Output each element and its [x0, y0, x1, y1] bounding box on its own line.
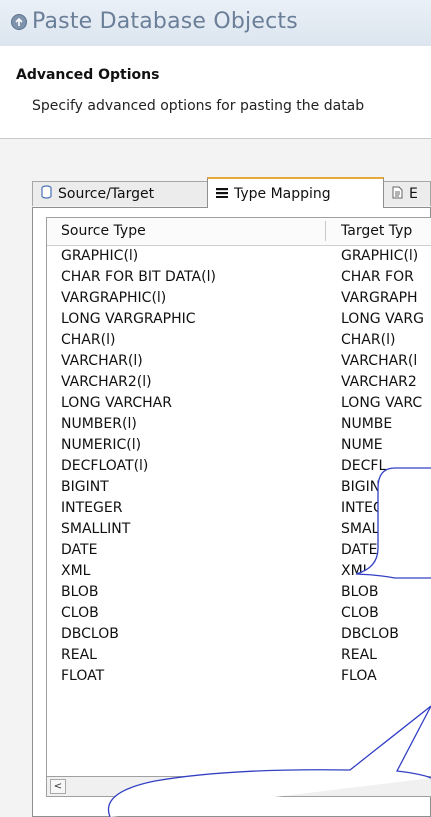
column-header-target-type[interactable]: Target Typ	[341, 223, 412, 239]
source-type-cell: BLOB	[61, 584, 99, 600]
tab-source-target[interactable]: Source/Target	[32, 181, 208, 206]
source-type-cell: NUMERIC(l)	[61, 437, 142, 453]
target-type-cell[interactable]: LONG VARC	[341, 395, 422, 411]
target-type-cell[interactable]: NUME	[341, 437, 383, 453]
table-row[interactable]: GRAPHIC(l) GRAPHIC(l)	[47, 246, 431, 267]
tab-third[interactable]: E	[383, 181, 431, 206]
source-type-cell: VARCHAR2(l)	[61, 374, 152, 390]
target-type-cell[interactable]: DBCLOB	[341, 626, 399, 642]
source-type-cell: DBCLOB	[61, 626, 119, 642]
table-row[interactable]: BLOB BLOB	[47, 582, 431, 603]
table-row[interactable]: VARCHAR(l) VARCHAR(l	[47, 351, 431, 372]
table-row[interactable]: DATE DATE	[47, 540, 431, 561]
horizontal-scrollbar[interactable]: <	[46, 777, 431, 797]
source-type-cell: XML	[61, 563, 91, 579]
table-row[interactable]: CLOB CLOB	[47, 603, 431, 624]
target-type-cell[interactable]: NUMBE	[341, 416, 392, 432]
document-icon	[392, 186, 403, 203]
table-row[interactable]: LONG VARGRAPHIC LONG VARG	[47, 309, 431, 330]
scroll-left-button[interactable]: <	[50, 779, 66, 794]
tab-type-mapping[interactable]: Type Mapping	[207, 177, 384, 208]
target-type-cell[interactable]: LONG VARG	[341, 311, 424, 327]
table-row[interactable]: DBCLOB DBCLOB	[47, 624, 431, 645]
target-type-cell[interactable]: FLOA	[341, 668, 377, 684]
target-type-cell[interactable]: REAL	[341, 647, 377, 663]
cylinder-icon	[41, 185, 52, 203]
target-type-cell[interactable]: CLOB	[341, 605, 379, 621]
source-type-cell: VARGRAPHIC(l)	[61, 290, 167, 306]
dialog-header	[0, 46, 431, 139]
table-row[interactable]: XML XML	[47, 561, 431, 582]
target-type-cell[interactable]: INTEG	[341, 500, 384, 516]
target-type-cell[interactable]: CHAR FOR	[341, 269, 414, 285]
target-type-cell[interactable]: VARGRAPH	[341, 290, 418, 306]
source-type-cell: VARCHAR(l)	[61, 353, 143, 369]
source-type-cell: INTEGER	[61, 500, 123, 516]
table-row[interactable]: VARGRAPHIC(l) VARGRAPH	[47, 288, 431, 309]
source-type-cell: NUMBER(l)	[61, 416, 137, 432]
source-type-cell: FLOAT	[61, 668, 105, 684]
list-icon	[216, 186, 228, 202]
tab-label: E	[409, 186, 418, 202]
source-type-cell: CHAR(l)	[61, 332, 116, 348]
target-type-cell[interactable]: VARCHAR(l	[341, 353, 417, 369]
table-row[interactable]: REAL REAL	[47, 645, 431, 666]
source-type-cell: CHAR FOR BIT DATA(l)	[61, 269, 216, 285]
dialog-title: Paste Database Objects	[32, 9, 298, 34]
target-type-cell[interactable]: DECFL	[341, 458, 386, 474]
table-row[interactable]: INTEGER INTEG	[47, 498, 431, 519]
column-separator[interactable]	[325, 221, 326, 241]
table-row[interactable]: BIGINT BIGIN	[47, 477, 431, 498]
target-type-cell[interactable]: VARCHAR2	[341, 374, 417, 390]
tab-strip: Source/Target Type Mapping E	[32, 177, 431, 208]
table-row[interactable]: FLOAT FLOA	[47, 666, 431, 687]
page-description: Specify advanced options for pasting the…	[32, 98, 365, 114]
source-type-cell: DECFLOAT(l)	[61, 458, 149, 474]
target-type-cell[interactable]: XML	[341, 563, 370, 579]
table-row[interactable]: DECFLOAT(l) DECFL	[47, 456, 431, 477]
chevron-left-icon: <	[53, 781, 63, 792]
source-type-cell: DATE	[61, 542, 98, 558]
table-row[interactable]: CHAR(l) CHAR(l)	[47, 330, 431, 351]
table-header: Source Type Target Typ	[47, 218, 431, 246]
tab-label: Type Mapping	[234, 185, 331, 202]
target-type-cell[interactable]: SMALLINT	[341, 521, 410, 537]
source-type-cell: GRAPHIC(l)	[61, 248, 139, 264]
target-type-cell[interactable]: BIGIN	[341, 479, 380, 495]
source-type-cell: CLOB	[61, 605, 99, 621]
table-row[interactable]: VARCHAR2(l) VARCHAR2	[47, 372, 431, 393]
column-header-source-type[interactable]: Source Type	[61, 223, 146, 239]
type-mapping-table[interactable]: Source Type Target Typ GRAPHIC(l) GRAPHIC…	[46, 217, 431, 777]
table-body: GRAPHIC(l) GRAPHIC(l) CHAR FOR BIT DATA(l)…	[47, 246, 431, 687]
source-type-cell: REAL	[61, 647, 97, 663]
tab-label: Source/Target	[58, 186, 155, 202]
page-heading: Advanced Options	[16, 67, 160, 83]
dialog-titlebar: Paste Database Objects	[0, 0, 431, 47]
source-type-cell: SMALLINT	[61, 521, 131, 537]
source-type-cell: LONG VARCHAR	[61, 395, 172, 411]
table-row[interactable]: SMALLINT SMALLINT	[47, 519, 431, 540]
target-type-cell[interactable]: BLOB	[341, 584, 379, 600]
table-row[interactable]: CHAR FOR BIT DATA(l) CHAR FOR	[47, 267, 431, 288]
source-type-cell: LONG VARGRAPHIC	[61, 311, 196, 327]
source-type-cell: BIGINT	[61, 479, 109, 495]
table-row[interactable]: LONG VARCHAR LONG VARC	[47, 393, 431, 414]
table-row[interactable]: NUMBER(l) NUMBE	[47, 414, 431, 435]
target-type-cell[interactable]: DATE	[341, 542, 377, 558]
target-type-cell[interactable]: CHAR(l)	[341, 332, 395, 348]
table-row[interactable]: NUMERIC(l) NUME	[47, 435, 431, 456]
database-paste-icon	[11, 14, 27, 30]
target-type-cell[interactable]: GRAPHIC(l)	[341, 248, 418, 264]
